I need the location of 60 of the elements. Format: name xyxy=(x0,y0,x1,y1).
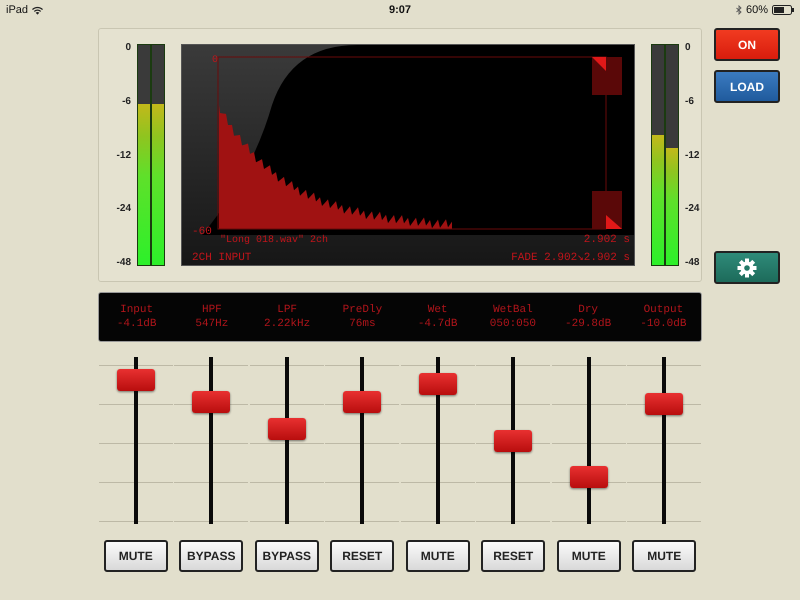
meter-scale-label: -24 xyxy=(116,203,131,214)
file-name: "Long 018.wav" 2ch xyxy=(220,235,328,246)
fade-label: FADE 2.902↘2.902 s xyxy=(511,252,630,264)
meter-scale-label: -12 xyxy=(685,150,700,160)
parameter-name: HPF xyxy=(202,304,222,316)
meter-scale-label: -6 xyxy=(121,96,131,107)
parameter-value: -10.0dB xyxy=(640,318,686,330)
parameter-name: Input xyxy=(120,304,154,316)
fade-handle[interactable] xyxy=(592,191,622,229)
channel-button[interactable]: BYPASS xyxy=(179,540,244,572)
meter-scale-label: -24 xyxy=(685,203,700,214)
axis-label: -60 xyxy=(192,226,212,238)
meter-scale-label: 0 xyxy=(685,42,692,53)
parameter-value: -4.7dB xyxy=(418,318,458,330)
fader-thumb[interactable] xyxy=(192,391,230,414)
parameter-name: Wet xyxy=(428,304,448,316)
fader-thumb[interactable] xyxy=(268,418,306,440)
fader-thumb[interactable] xyxy=(494,430,532,452)
parameter-value: 76ms xyxy=(349,318,376,330)
parameter-value: 547Hz xyxy=(195,318,228,330)
fader-thumb[interactable] xyxy=(116,369,155,392)
fader-thumb[interactable] xyxy=(645,392,684,415)
clock-time: 9:07 xyxy=(388,4,412,16)
fader-thumb[interactable] xyxy=(418,372,457,395)
axis-label: 0 xyxy=(212,55,218,66)
meter-scale-label: -48 xyxy=(116,257,131,268)
parameter-name: Dry xyxy=(578,304,598,316)
meter-scale-label: -12 xyxy=(116,150,131,160)
parameter-value: 2.22kHz xyxy=(264,318,310,330)
meter-scale-label: -48 xyxy=(685,257,700,268)
settings-icon xyxy=(737,258,757,278)
channel-button[interactable]: MUTE xyxy=(556,540,621,572)
fade-handle[interactable] xyxy=(592,57,622,95)
meter-scale-label: -6 xyxy=(685,96,695,107)
channel-button[interactable]: MUTE xyxy=(406,540,470,572)
parameter-name: Output xyxy=(644,304,684,316)
parameter-name: PreDly xyxy=(342,304,382,316)
parameter-value: -4.1dB xyxy=(116,318,156,330)
channel-button[interactable]: BYPASS xyxy=(254,540,319,572)
wifi-icon xyxy=(32,6,44,14)
bluetooth-icon xyxy=(736,5,742,15)
power-button[interactable]: ON xyxy=(714,28,780,61)
channel-button[interactable]: RESET xyxy=(330,540,394,572)
channel-button[interactable]: MUTE xyxy=(632,540,696,572)
channel-button[interactable]: MUTE xyxy=(104,540,168,572)
fader-thumb[interactable] xyxy=(343,391,382,414)
parameter-value: 050:050 xyxy=(490,318,536,330)
source-label: 2CH INPUT xyxy=(192,252,252,264)
channel-button[interactable]: RESET xyxy=(481,540,546,572)
battery-icon xyxy=(772,5,794,15)
settings-button[interactable] xyxy=(714,251,780,284)
length-label: 2.902 s xyxy=(584,234,630,246)
meter-scale-label: 0 xyxy=(124,42,131,53)
parameter-name: WetBal xyxy=(493,304,533,316)
device-name: iPad xyxy=(6,4,28,16)
parameter-name: LPF xyxy=(277,304,298,316)
load-button[interactable]: LOAD xyxy=(714,70,780,103)
battery-percent: 60% xyxy=(746,4,768,16)
parameter-value: -29.8dB xyxy=(565,318,612,330)
fader-thumb[interactable] xyxy=(570,466,608,488)
